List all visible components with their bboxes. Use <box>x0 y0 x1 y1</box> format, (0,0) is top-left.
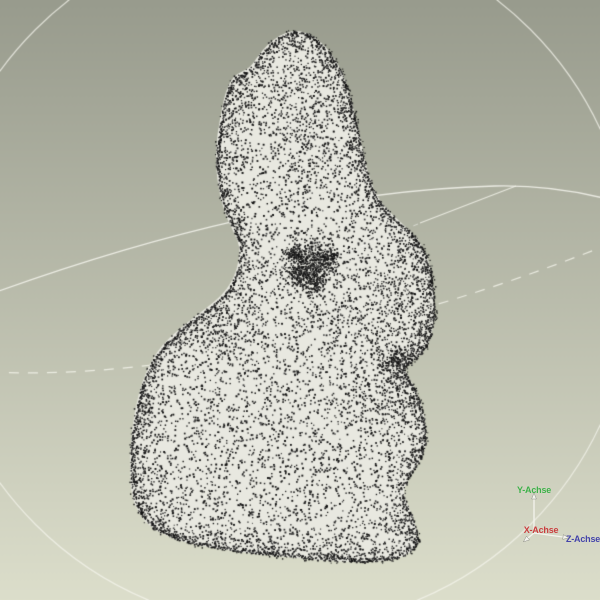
x-axis-label: X-Achse <box>524 525 559 535</box>
viewport-3d[interactable]: Y-Achse X-Achse Z-Achse <box>0 0 600 600</box>
y-axis-label: Y-Achse <box>517 485 551 495</box>
point-cloud-canvas[interactable] <box>0 0 600 600</box>
z-axis-label: Z-Achse <box>566 534 600 544</box>
